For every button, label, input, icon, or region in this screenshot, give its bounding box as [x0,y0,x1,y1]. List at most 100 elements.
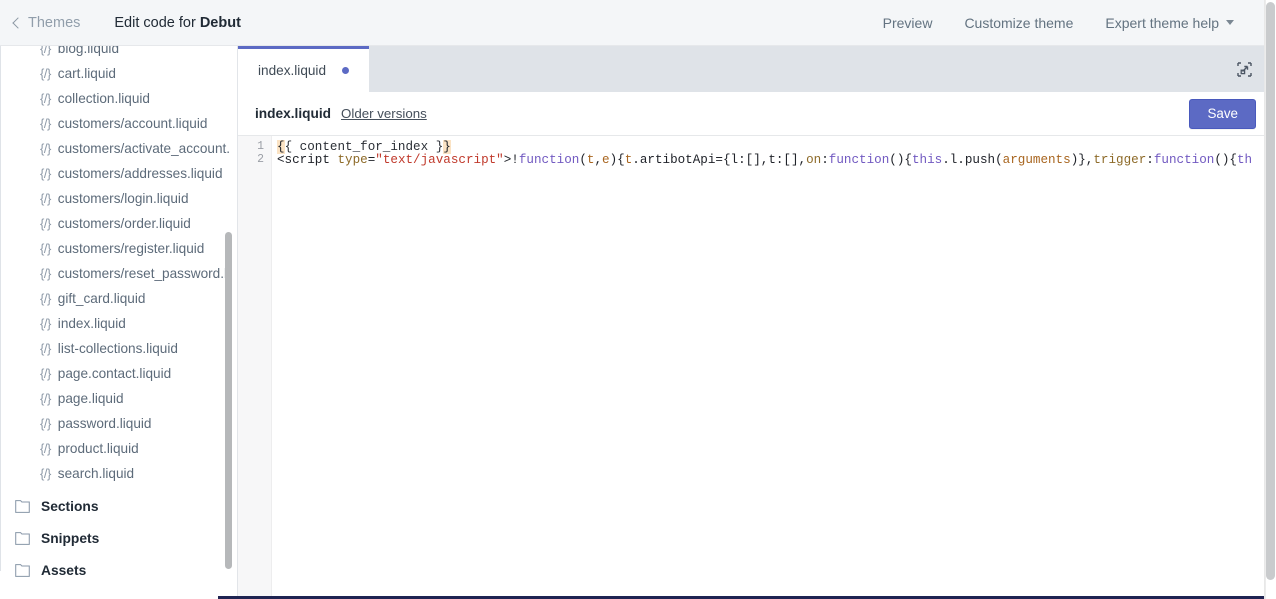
code-token-punct: : [1146,152,1154,167]
code-editor-area[interactable]: 12 {{ content_for_index }} <script type="… [238,136,1276,599]
liquid-file-icon: {/} [40,266,51,281]
sidebar-folder-sections[interactable]: Sections [0,490,237,522]
code-token-kw: function [518,152,580,167]
page-scrollbar-track[interactable] [1265,0,1276,599]
sidebar-file-item[interactable]: {/} blog.liquid [0,46,237,61]
sidebar-file-item[interactable]: {/} search.liquid [0,461,237,486]
customize-theme-button[interactable]: Customize theme [948,15,1089,31]
sidebar-file-label: product.liquid [57,441,139,456]
sidebar-file-label: list-collections.liquid [57,341,178,356]
sidebar-file-label: customers/activate_account. [57,141,231,156]
unsaved-changes-dot-icon [342,67,350,74]
page-title: Edit code for Debut [114,15,241,31]
code-token-punct: )}, [1070,152,1094,167]
sidebar-file-item[interactable]: {/} customers/login.liquid [0,186,237,211]
liquid-file-icon: {/} [40,191,51,206]
code-token-punct: .artibotApi={l:[],t:[], [632,152,807,167]
liquid-file-icon: {/} [40,141,51,156]
chevron-left-icon [12,16,24,29]
sidebar-file-item[interactable]: {/} password.liquid [0,411,237,436]
caret-down-icon [1226,20,1234,25]
top-bar-left: Themes Edit code for Debut [0,15,241,31]
code-token-string: "text/javascript" [375,152,504,167]
liquid-file-icon: {/} [40,46,51,56]
code-line[interactable]: <script type="text/javascript">!function… [272,152,1276,167]
sidebar-file-item[interactable]: {/} cart.liquid [0,61,237,86]
sidebar-file-item[interactable]: {/} customers/reset_password.li [0,261,237,286]
folder-icon [15,563,30,577]
folder-icon [15,531,30,545]
line-number-gutter: 12 [238,136,272,599]
expert-theme-help-menu[interactable]: Expert theme help [1089,15,1250,31]
sidebar-folder-label: Snippets [41,530,100,546]
line-number: 2 [257,152,264,166]
code-token-punct: >! [503,152,519,167]
older-versions-link[interactable]: Older versions [341,106,427,121]
sidebar-folder-snippets[interactable]: Snippets [0,522,237,554]
code-token-punct: , [594,152,603,167]
collapse-arrows-icon[interactable] [1222,46,1266,92]
code-token-this: this [911,152,943,167]
editor-pane: index.liquid index.liquid Older versions… [238,46,1276,599]
code-token-this: th [1237,152,1253,167]
sidebar-folder-label: Assets [41,562,87,578]
code-token-punct: (){ [889,152,912,167]
code-token-punct: ( [579,152,587,167]
code-content[interactable]: {{ content_for_index }} <script type="tex… [272,136,1276,599]
editor-tab-strip: index.liquid [238,46,1276,92]
sidebar-file-item[interactable]: {/} list-collections.liquid [0,336,237,361]
code-token-prop: trigger [1093,152,1147,167]
code-token-kw: function [1153,152,1215,167]
save-button[interactable]: Save [1189,98,1256,129]
sidebar-file-item[interactable]: {/} page.contact.liquid [0,361,237,386]
sidebar-scrollbar-thumb[interactable] [225,232,232,569]
sidebar-file-label: cart.liquid [57,66,116,81]
sidebar-file-item[interactable]: {/} product.liquid [0,436,237,461]
code-token-punct: .l.push( [942,152,1003,167]
sidebar-folder-assets[interactable]: Assets [0,554,237,586]
sidebar-file-item[interactable]: {/} page.liquid [0,386,237,411]
sidebar-file-label: page.liquid [57,391,124,406]
page-scrollbar-thumb[interactable] [1266,2,1275,580]
sidebar-file-label: gift_card.liquid [57,291,146,306]
liquid-file-icon: {/} [40,441,51,456]
code-token-punct: (){ [1214,152,1237,167]
tab-index-liquid[interactable]: index.liquid [238,46,370,92]
template-file-list: {/} blog.liquid {/} cart.liquid {/} collectio… [0,46,237,486]
tab-label: index.liquid [258,63,327,78]
sidebar-file-item[interactable]: {/} customers/account.liquid [0,111,237,136]
code-token-var: arguments [1002,152,1071,167]
code-token-tag: <script [277,152,338,167]
sidebar-file-item[interactable]: {/} collection.liquid [0,86,237,111]
sidebar-file-label: page.contact.liquid [57,366,172,381]
sidebar-scrollbar-track[interactable] [225,46,235,599]
sidebar-file-item[interactable]: {/} index.liquid [0,311,237,336]
sidebar-left-edge [0,46,1,571]
sidebar-file-item[interactable]: {/} gift_card.liquid [0,286,237,311]
customize-theme-label: Customize theme [964,14,1074,31]
sidebar-file-label: index.liquid [57,316,126,331]
expert-theme-help-label: Expert theme help [1105,14,1219,31]
code-token-punct: ){ [609,152,625,167]
sidebar-file-item[interactable]: {/} customers/register.liquid [0,236,237,261]
top-bar-right: Preview Customize theme Expert theme hel… [867,15,1276,31]
sidebar-file-label: customers/login.liquid [57,191,189,206]
code-token-attr: type [337,152,368,167]
sidebar-file-item[interactable]: {/} customers/addresses.liquid [0,161,237,186]
liquid-file-icon: {/} [40,291,51,306]
back-to-themes-link[interactable]: Themes [12,14,81,31]
back-to-themes-label: Themes [28,14,81,31]
code-token-punct: : [821,152,829,167]
sidebar-folder-label: Sections [41,498,99,514]
sidebar-file-item[interactable]: {/} customers/activate_account. [0,136,237,161]
liquid-file-icon: {/} [40,241,51,256]
preview-label: Preview [882,14,933,31]
liquid-file-icon: {/} [40,391,51,406]
preview-button[interactable]: Preview [867,15,949,31]
sidebar-file-item[interactable]: {/} customers/order.liquid [0,211,237,236]
sidebar-file-label: customers/addresses.liquid [57,166,223,181]
top-bar: Themes Edit code for Debut Preview Custo… [0,0,1276,46]
file-sidebar[interactable]: {/} blog.liquid {/} cart.liquid {/} collectio… [0,46,238,599]
code-token-kw: function [828,152,890,167]
page-title-prefix: Edit code for [114,14,200,31]
